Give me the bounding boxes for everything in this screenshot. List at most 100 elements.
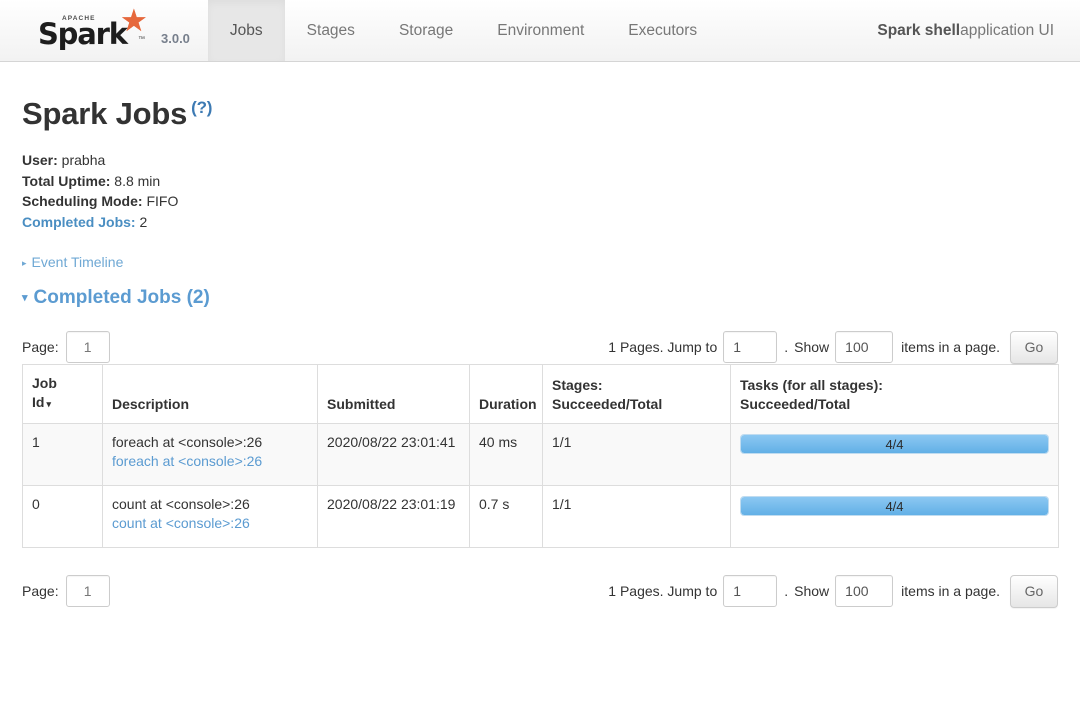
page-number-input-top[interactable] <box>65 331 110 363</box>
cell-stages: 1/1 <box>542 485 731 548</box>
submitted-date: 2020/08/22 <box>327 496 398 512</box>
nav-item-stages[interactable]: Stages <box>285 0 377 61</box>
nav-item-environment[interactable]: Environment <box>475 0 606 61</box>
items-in-page-text-bottom: items in a page. <box>901 583 1000 599</box>
pagination-bottom: Page: 1 Pages. Jump to . Show items in a… <box>22 574 1058 608</box>
help-icon[interactable]: (?) <box>191 98 212 117</box>
job-id-line1: Job <box>32 375 57 391</box>
application-title-suffix: application UI <box>960 21 1054 39</box>
table-row[interactable]: 0 count at <console>:26 count at <consol… <box>22 485 1059 548</box>
summary-scheduling-mode: Scheduling Mode: FIFO <box>22 191 1058 212</box>
pager-dot-top: . <box>784 339 789 355</box>
cell-tasks: 4/4 <box>730 423 1059 486</box>
page-title: Spark Jobs (?) <box>22 96 1058 132</box>
job-id-line2: Id <box>32 394 45 410</box>
description-header-label: Description <box>112 396 190 412</box>
tab-stages[interactable]: Stages <box>285 0 377 61</box>
pagination-bottom-left: Page: <box>22 575 110 607</box>
cell-submitted: 2020/08/22 23:01:19 <box>317 485 470 548</box>
jump-to-input-top[interactable] <box>723 331 778 363</box>
description-job-link[interactable]: foreach at <console>:26 <box>112 452 308 471</box>
column-header-stages[interactable]: Stages: Succeeded/Total <box>542 364 731 424</box>
tab-environment[interactable]: Environment <box>475 0 606 61</box>
description-job-link[interactable]: count at <console>:26 <box>112 514 308 533</box>
table-body: 1 foreach at <console>:26 foreach at <co… <box>22 423 1059 548</box>
nav-item-storage[interactable]: Storage <box>377 0 475 61</box>
tab-executors[interactable]: Executors <box>606 0 719 61</box>
cell-job-id: 1 <box>22 423 103 486</box>
column-header-submitted[interactable]: Submitted <box>317 364 470 424</box>
spark-wordmark: Spark <box>38 17 128 51</box>
event-timeline-label: Event Timeline <box>31 254 124 270</box>
completed-jobs-table: Job Id ▾ Description Submitted Duration S… <box>22 364 1059 548</box>
application-title: Spark shell application UI <box>877 0 1080 61</box>
page-title-text: Spark Jobs <box>22 96 188 131</box>
summary-scheduling-value: FIFO <box>142 193 179 209</box>
tab-storage[interactable]: Storage <box>377 0 475 61</box>
cell-duration: 40 ms <box>469 423 543 486</box>
star-icon: ★ <box>120 3 148 38</box>
summary-scheduling-label: Scheduling Mode: <box>22 193 143 209</box>
column-header-duration[interactable]: Duration <box>469 364 543 424</box>
description-text: count at <console>:26 <box>112 496 250 512</box>
items-in-page-text-top: items in a page. <box>901 339 1000 355</box>
summary-uptime: Total Uptime: 8.8 min <box>22 171 1058 192</box>
jump-to-input-bottom[interactable] <box>723 575 778 607</box>
submitted-date: 2020/08/22 <box>327 434 398 450</box>
tab-jobs[interactable]: Jobs <box>207 0 285 61</box>
page-content: Spark Jobs (?) User: prabha Total Uptime:… <box>0 96 1080 608</box>
pagination-top-right: 1 Pages. Jump to . Show items in a page.… <box>608 330 1058 364</box>
page-label-bottom: Page: <box>22 583 59 599</box>
stages-header-line2: Succeeded/Total <box>552 396 663 412</box>
show-label-bottom: Show <box>794 583 830 599</box>
summary-user-label: User: <box>22 152 58 168</box>
pager-dot-bottom: . <box>784 583 789 599</box>
completed-jobs-toggle[interactable]: ▾ Completed Jobs (2) <box>22 287 1058 309</box>
cell-description: count at <console>:26 count at <console>… <box>102 485 318 548</box>
chevron-down-icon: ▾ <box>22 292 28 304</box>
completed-jobs-label: Completed Jobs (2) <box>33 287 210 308</box>
total-pages-text-top: 1 Pages. Jump to <box>608 339 718 355</box>
summary-completed-value: 2 <box>135 213 148 230</box>
cell-duration: 0.7 s <box>469 485 543 548</box>
table-row[interactable]: 1 foreach at <console>:26 foreach at <co… <box>22 423 1059 486</box>
spark-logo-link[interactable]: APACHE Spark ™ ★ 3.0.0 <box>0 0 190 61</box>
column-header-job-id[interactable]: Job Id ▾ <box>22 364 103 424</box>
tasks-progress-bar: 4/4 <box>740 434 1049 454</box>
tasks-progress-label: 4/4 <box>885 437 904 452</box>
main-nav: Jobs Stages Storage Environment Executor… <box>207 0 719 61</box>
column-header-tasks[interactable]: Tasks (for all stages): Succeeded/Total <box>730 364 1059 424</box>
cell-job-id: 0 <box>22 485 103 548</box>
nav-item-executors[interactable]: Executors <box>606 0 719 61</box>
summary-user: User: prabha <box>22 150 1058 171</box>
spark-version: 3.0.0 <box>161 31 190 46</box>
pagination-bottom-right: 1 Pages. Jump to . Show items in a page.… <box>608 574 1058 608</box>
sort-descending-icon: ▾ <box>46 399 51 409</box>
total-pages-text-bottom: 1 Pages. Jump to <box>608 583 718 599</box>
spark-logo: APACHE Spark ™ ★ <box>38 5 153 51</box>
event-timeline-toggle[interactable]: ▸ Event Timeline <box>22 254 1058 270</box>
page-label-top: Page: <box>22 339 59 355</box>
tasks-progress-label: 4/4 <box>885 499 904 514</box>
tasks-header-line2: Succeeded/Total <box>740 396 851 412</box>
page-number-input-bottom[interactable] <box>65 575 110 607</box>
table-header-row: Job Id ▾ Description Submitted Duration S… <box>22 364 1059 424</box>
nav-item-jobs[interactable]: Jobs <box>207 0 285 61</box>
submitted-time: 23:01:19 <box>400 496 456 512</box>
cell-stages: 1/1 <box>542 423 731 486</box>
table-head: Job Id ▾ Description Submitted Duration S… <box>22 364 1059 424</box>
show-label-top: Show <box>794 339 830 355</box>
go-button-bottom[interactable]: Go <box>1010 574 1058 608</box>
summary-completed-label[interactable]: Completed Jobs: <box>22 214 136 230</box>
cell-description: foreach at <console>:26 foreach at <cons… <box>102 423 318 486</box>
summary-user-value: prabha <box>57 152 106 168</box>
items-per-page-input-bottom[interactable] <box>835 575 894 607</box>
application-name: Spark shell <box>877 21 961 39</box>
summary-uptime-value: 8.8 min <box>110 172 161 189</box>
column-header-description[interactable]: Description <box>102 364 318 424</box>
chevron-right-icon: ▸ <box>22 258 27 268</box>
submitted-header-label: Submitted <box>327 396 396 412</box>
pagination-top-left: Page: <box>22 331 110 363</box>
items-per-page-input-top[interactable] <box>835 331 894 363</box>
go-button-top[interactable]: Go <box>1010 330 1058 364</box>
